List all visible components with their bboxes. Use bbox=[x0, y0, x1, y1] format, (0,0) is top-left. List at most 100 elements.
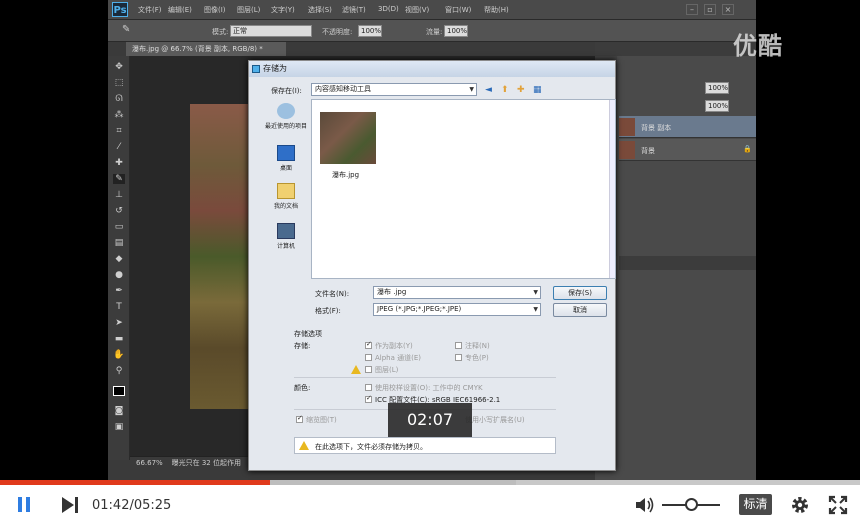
menu-layer[interactable]: 图层(L) bbox=[237, 5, 260, 15]
layer-thumbnail bbox=[619, 141, 635, 159]
healing-tool-icon[interactable]: ✚ bbox=[113, 158, 125, 168]
desktop-icon bbox=[277, 145, 295, 161]
menu-select[interactable]: 选择(S) bbox=[308, 5, 332, 15]
layers-opacity-input[interactable]: 100% bbox=[705, 82, 729, 94]
shape-tool-icon[interactable]: ▬ bbox=[113, 334, 125, 344]
zoom-tool-icon[interactable]: ⚲ bbox=[113, 366, 125, 376]
next-button[interactable] bbox=[60, 496, 80, 514]
scrollbar[interactable] bbox=[609, 100, 615, 278]
opacity-input[interactable]: 100% bbox=[358, 25, 382, 37]
pause-button[interactable] bbox=[16, 496, 34, 514]
place-computer[interactable]: 计算机 bbox=[261, 223, 311, 250]
place-documents[interactable]: 我的文档 bbox=[261, 183, 311, 210]
pen-tool-icon[interactable]: ✒ bbox=[113, 286, 125, 296]
layers-panel-footer[interactable] bbox=[619, 256, 756, 270]
mode-select[interactable]: 正常 bbox=[230, 25, 312, 37]
gear-icon[interactable] bbox=[790, 495, 810, 515]
menu-3d[interactable]: 3D(D) bbox=[378, 5, 399, 13]
save-in-select[interactable]: 内容感知移动工具 ▼ bbox=[311, 83, 477, 96]
layers-checkbox[interactable] bbox=[365, 366, 372, 373]
flow-input[interactable]: 100% bbox=[444, 25, 468, 37]
place-recent[interactable]: 最近使用的项目 bbox=[261, 103, 311, 130]
foreground-color-icon[interactable] bbox=[113, 386, 125, 396]
menu-help[interactable]: 帮助(H) bbox=[484, 5, 509, 15]
notes-checkbox[interactable] bbox=[455, 342, 462, 349]
recent-items-icon bbox=[277, 103, 295, 119]
quick-mask-icon[interactable]: ◙ bbox=[113, 406, 125, 416]
cancel-button[interactable]: 取消 bbox=[553, 303, 607, 317]
menu-window[interactable]: 窗口(W) bbox=[445, 5, 471, 15]
fullscreen-icon[interactable] bbox=[828, 495, 848, 515]
ps-app-icon bbox=[252, 65, 260, 73]
history-brush-icon[interactable]: ↺ bbox=[113, 206, 125, 216]
panel-tabs[interactable] bbox=[595, 42, 756, 56]
type-tool-icon[interactable]: T bbox=[113, 302, 125, 312]
seek-time-tooltip: 02:07 bbox=[388, 403, 472, 437]
save-in-label: 保存在(I): bbox=[271, 87, 302, 95]
crop-tool-icon[interactable]: ⌗ bbox=[113, 126, 125, 136]
layer-row[interactable]: 背景 副本 bbox=[619, 116, 756, 138]
place-label: 计算机 bbox=[276, 243, 295, 250]
menu-image[interactable]: 图像(I) bbox=[204, 5, 226, 15]
quick-select-tool-icon[interactable]: ⁂ bbox=[113, 110, 125, 120]
file-thumbnail[interactable] bbox=[320, 112, 376, 164]
volume-icon[interactable] bbox=[634, 495, 656, 515]
document-tab[interactable]: 瀑布.jpg @ 66.7% (背景 副本, RGB/8) * bbox=[126, 42, 286, 56]
hand-tool-icon[interactable]: ✋ bbox=[113, 350, 125, 360]
video-frame[interactable]: Ps 文件(F) 编辑(E) 图像(I) 图层(L) 文字(Y) 选择(S) 滤… bbox=[0, 0, 860, 480]
layers-fill-input[interactable]: 100% bbox=[705, 100, 729, 112]
icc-checkbox[interactable] bbox=[365, 394, 372, 403]
new-folder-icon[interactable]: ✚ bbox=[517, 85, 525, 95]
eraser-tool-icon[interactable]: ▭ bbox=[113, 222, 125, 232]
up-folder-icon[interactable]: ⬆ bbox=[501, 85, 509, 95]
quality-button[interactable]: 标清 bbox=[739, 494, 772, 515]
layers-label: 图层(L) bbox=[375, 366, 399, 374]
save-in-value: 内容感知移动工具 bbox=[315, 85, 371, 93]
pause-icon-bar bbox=[26, 497, 30, 512]
view-menu-icon[interactable]: ▦ bbox=[533, 85, 542, 95]
chevron-down-icon: ▼ bbox=[533, 289, 538, 296]
minimize-icon[interactable]: – bbox=[686, 4, 698, 15]
file-name-label: 文件名(N): bbox=[315, 290, 350, 298]
save-button[interactable]: 保存(S) bbox=[553, 286, 607, 300]
menu-view[interactable]: 视图(V) bbox=[405, 5, 429, 15]
alpha-label: Alpha 通道(E) bbox=[375, 354, 422, 362]
back-icon[interactable]: ◄ bbox=[485, 85, 492, 95]
path-select-icon[interactable]: ➤ bbox=[113, 318, 125, 328]
close-icon[interactable]: × bbox=[722, 4, 734, 15]
file-list[interactable]: 瀑布.jpg bbox=[311, 99, 616, 279]
menu-file[interactable]: 文件(F) bbox=[138, 5, 162, 15]
opacity-label: 不透明度: bbox=[322, 28, 353, 36]
file-name-input[interactable]: 瀑布 .jpg ▼ bbox=[373, 286, 541, 299]
format-select[interactable]: JPEG (*.JPG;*.JPEG;*.JPE) ▼ bbox=[373, 303, 541, 316]
lasso-tool-icon[interactable]: ᘏ bbox=[113, 94, 125, 104]
lock-icon: 🔒 bbox=[743, 145, 752, 153]
eyedropper-tool-icon[interactable]: ⁄ bbox=[113, 142, 125, 152]
place-desktop[interactable]: 桌面 bbox=[261, 145, 311, 172]
alpha-checkbox[interactable] bbox=[365, 354, 372, 361]
brush-tool-icon[interactable]: ✎ bbox=[122, 24, 130, 35]
stamp-tool-icon[interactable]: ⊥ bbox=[113, 190, 125, 200]
as-copy-checkbox[interactable] bbox=[365, 340, 372, 349]
progress-bar[interactable] bbox=[0, 480, 860, 485]
marquee-tool-icon[interactable]: ⬚ bbox=[113, 78, 125, 88]
file-item-name[interactable]: 瀑布.jpg bbox=[332, 170, 359, 180]
proof-checkbox[interactable] bbox=[365, 384, 372, 391]
spot-checkbox[interactable] bbox=[455, 354, 462, 361]
thumbnail-checkbox[interactable] bbox=[296, 414, 303, 423]
menu-edit[interactable]: 编辑(E) bbox=[168, 5, 192, 15]
brush-tool-icon[interactable]: ✎ bbox=[113, 174, 125, 184]
ps-menubar: Ps 文件(F) 编辑(E) 图像(I) 图层(L) 文字(Y) 选择(S) 滤… bbox=[108, 0, 756, 20]
place-label: 我的文档 bbox=[273, 203, 298, 210]
gradient-tool-icon[interactable]: ▤ bbox=[113, 238, 125, 248]
format-label: 格式(F): bbox=[315, 307, 341, 315]
volume-knob[interactable] bbox=[685, 498, 698, 511]
blur-tool-icon[interactable]: ◆ bbox=[113, 254, 125, 264]
move-tool-icon[interactable]: ✥ bbox=[113, 62, 125, 72]
menu-filter[interactable]: 滤镜(T) bbox=[342, 5, 366, 15]
dodge-tool-icon[interactable]: ● bbox=[113, 270, 125, 280]
menu-type[interactable]: 文字(Y) bbox=[271, 5, 295, 15]
restore-icon[interactable]: ▫ bbox=[704, 4, 716, 15]
layer-row[interactable]: 背景 🔒 bbox=[619, 139, 756, 161]
screen-mode-icon[interactable]: ▣ bbox=[113, 422, 125, 432]
